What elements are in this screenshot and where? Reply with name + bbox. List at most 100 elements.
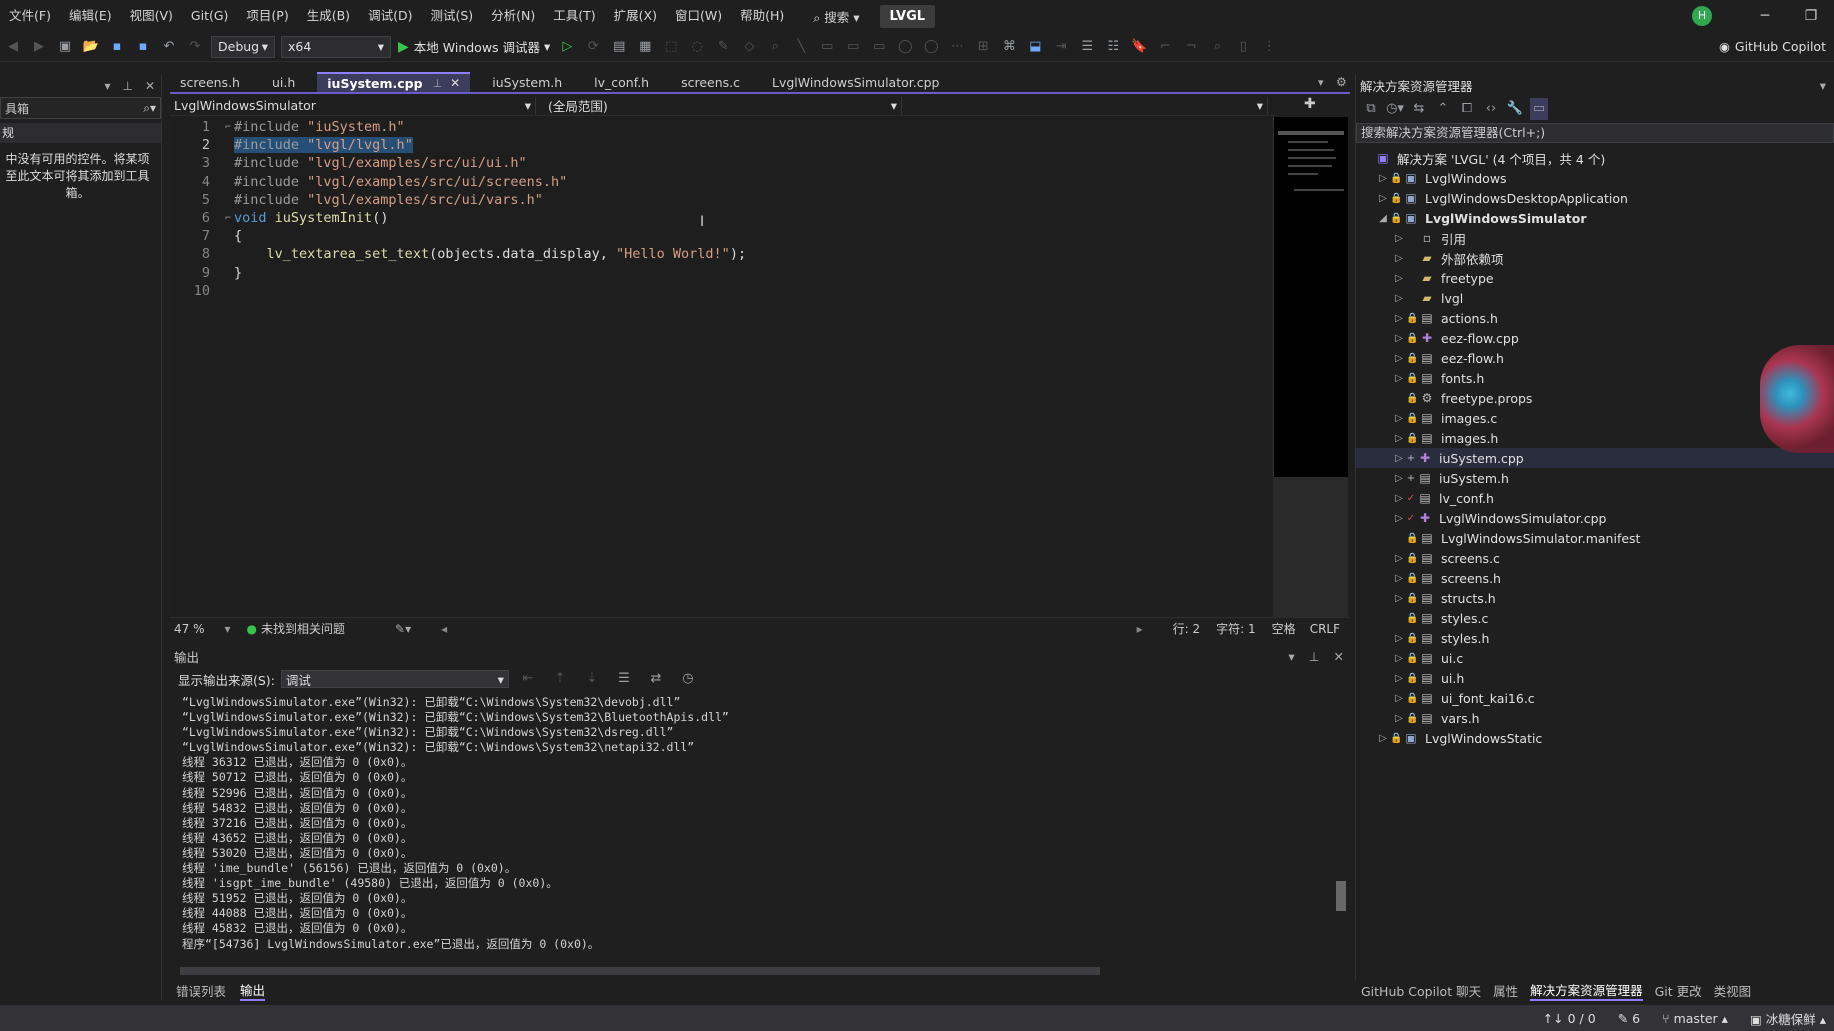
- tree-item[interactable]: ▷ 🔒 ▤ screens.c: [1356, 548, 1834, 568]
- member-dropdown[interactable]: ▾: [902, 96, 1268, 115]
- expand-arrow-icon[interactable]: ▷: [1392, 253, 1406, 264]
- start-debug-button[interactable]: ▶ 本地 Windows 调试器 ▾: [398, 37, 550, 56]
- expand-arrow-icon[interactable]: ▷: [1392, 293, 1406, 304]
- code-line[interactable]: 6 ⌐ void iuSystemInit(): [170, 209, 389, 227]
- hot-reload-icon[interactable]: ⟳: [582, 36, 604, 58]
- scroll-left-icon[interactable]: ◂: [441, 622, 447, 636]
- tree-item[interactable]: ▷ 🔒 ▤ images.h: [1356, 428, 1834, 448]
- expand-arrow-icon[interactable]: ▷: [1392, 693, 1406, 704]
- toolbox-section[interactable]: 规: [0, 123, 161, 143]
- ellipse-icon[interactable]: ◯: [894, 36, 916, 58]
- tree-item[interactable]: ▷ 🔒 ▤ ui.h: [1356, 668, 1834, 688]
- output-scroll-thumb[interactable]: [1336, 881, 1346, 911]
- step-into-icon[interactable]: ⬓: [1024, 36, 1046, 58]
- expand-arrow-icon[interactable]: ▷: [1392, 513, 1406, 524]
- expand-arrow-icon[interactable]: ▷: [1392, 493, 1406, 504]
- tree-item[interactable]: ◢ 🔒 ▣ LvglWindowsSimulator: [1356, 208, 1834, 228]
- pending-edits[interactable]: ✎ 6: [1618, 1011, 1640, 1026]
- rect-icon[interactable]: ▭: [868, 36, 890, 58]
- expand-arrow-icon[interactable]: ▷: [1392, 673, 1406, 684]
- solution-name-badge[interactable]: LVGL: [879, 4, 936, 28]
- output-log[interactable]: “LvglWindowsSimulator.exe”(Win32): 已卸载“C…: [182, 695, 1332, 952]
- code-line[interactable]: 4 #include "lvgl/examples/src/ui/screens.…: [170, 173, 567, 191]
- tree-item[interactable]: ▷ ▰ lvgl: [1356, 288, 1834, 308]
- editor-tab[interactable]: screens.c: [671, 72, 750, 92]
- menu-item[interactable]: 窗口(W): [666, 0, 731, 32]
- close-icon[interactable]: ✕: [450, 76, 460, 90]
- editor-tab[interactable]: ui.h: [262, 72, 305, 92]
- expand-arrow-icon[interactable]: ▷: [1392, 473, 1406, 484]
- project-dropdown[interactable]: LvglWindowsSimulator ▾: [170, 96, 536, 115]
- tree-item[interactable]: ▷ 🔒 ▣ LvglWindowsDesktopApplication: [1356, 188, 1834, 208]
- rect-icon[interactable]: ▭: [816, 36, 838, 58]
- code-line[interactable]: 5 #include "lvgl/examples/src/ui/vars.h": [170, 191, 543, 209]
- floating-assistant-widget[interactable]: [1760, 345, 1834, 453]
- menu-item[interactable]: 文件(F): [0, 0, 60, 32]
- split-editor-icon[interactable]: ✚: [1304, 96, 1316, 112]
- ellipse-icon[interactable]: ◯: [920, 36, 942, 58]
- solution-search-input[interactable]: 搜索解决方案资源管理器(Ctrl+;): [1356, 123, 1834, 143]
- timestamp-icon[interactable]: ◷: [677, 668, 699, 690]
- expand-arrow-icon[interactable]: ▷: [1392, 373, 1406, 384]
- fold-icon[interactable]: ⌐: [222, 122, 234, 133]
- view-code-icon[interactable]: ‹›: [1482, 98, 1500, 120]
- menu-item[interactable]: 扩展(X): [605, 0, 666, 32]
- switch-view-icon[interactable]: ⧉: [1362, 98, 1380, 120]
- show-all-files-icon[interactable]: ⧠: [1458, 98, 1476, 120]
- code-line[interactable]: 7{: [170, 227, 242, 245]
- pin-icon[interactable]: ⊥: [433, 77, 443, 90]
- tree-item[interactable]: ▷ 🔒 ✚ eez-flow.cpp: [1356, 328, 1834, 348]
- new-project-icon[interactable]: ▣: [54, 36, 76, 58]
- bookmark-prev-icon[interactable]: ⌐: [1154, 36, 1176, 58]
- bookmark-icon[interactable]: 🔖: [1128, 36, 1150, 58]
- pin-icon[interactable]: ⊥: [1309, 649, 1320, 664]
- eraser-icon[interactable]: ◇: [738, 36, 760, 58]
- expand-arrow-icon[interactable]: ▷: [1392, 313, 1406, 324]
- pin-icon[interactable]: ⊥: [122, 79, 132, 93]
- expand-arrow-icon[interactable]: ▷: [1376, 173, 1390, 184]
- zoom-level[interactable]: 47 %: [174, 622, 205, 636]
- properties-icon[interactable]: 🔧: [1506, 98, 1524, 120]
- code-line[interactable]: 10: [170, 282, 234, 300]
- tree-item[interactable]: ▷ ✓ ✚ LvglWindowsSimulator.cpp: [1356, 508, 1834, 528]
- gear-icon[interactable]: ⚙: [1336, 75, 1347, 89]
- open-folder-icon[interactable]: 📂: [80, 36, 102, 58]
- forward-icon[interactable]: ▶: [28, 36, 50, 58]
- word-wrap-icon[interactable]: ⇄: [645, 668, 667, 690]
- output-vertical-scrollbar[interactable]: [1334, 693, 1348, 955]
- expand-arrow-icon[interactable]: ▷: [1392, 573, 1406, 584]
- pen-icon[interactable]: ✎: [712, 36, 734, 58]
- toolbox-search[interactable]: 具箱 ⌕▾: [0, 97, 161, 119]
- comment-icon[interactable]: ☰: [1076, 36, 1098, 58]
- tree-item[interactable]: 🔒 ▤ LvglWindowsSimulator.manifest: [1356, 528, 1834, 548]
- output-source-select[interactable]: 调试 ▾: [280, 670, 509, 688]
- panel-tab[interactable]: 属性: [1493, 981, 1518, 1000]
- expanded-arrow-icon[interactable]: ◢: [1376, 213, 1390, 224]
- tree-item[interactable]: ▷ 🔒 ▤ eez-flow.h: [1356, 348, 1834, 368]
- panel-tab[interactable]: 错误列表: [176, 981, 226, 1000]
- rect-icon[interactable]: ▭: [842, 36, 864, 58]
- panel-tab[interactable]: Git 更改: [1655, 981, 1702, 1000]
- expand-arrow-icon[interactable]: ▷: [1392, 453, 1406, 464]
- tree-item[interactable]: ▷ + ▤ iuSystem.h: [1356, 468, 1834, 488]
- expand-arrow-icon[interactable]: ▷: [1392, 333, 1406, 344]
- expand-arrow-icon[interactable]: ▷: [1392, 233, 1406, 244]
- panel-tab[interactable]: 输出: [240, 980, 266, 1001]
- tree-item[interactable]: ▷ ▰ 外部依赖项: [1356, 248, 1834, 268]
- fold-icon[interactable]: ⌐: [222, 213, 234, 224]
- start-without-debug-icon[interactable]: ▷: [556, 36, 578, 58]
- format-icon[interactable]: ⌘: [998, 36, 1020, 58]
- close-icon[interactable]: ✕: [145, 79, 155, 93]
- expand-arrow-icon[interactable]: ▷: [1392, 553, 1406, 564]
- menu-item[interactable]: 调试(D): [359, 0, 421, 32]
- eol-indicator[interactable]: CRLF: [1310, 622, 1340, 636]
- menu-item[interactable]: 编辑(E): [60, 0, 121, 32]
- menu-item[interactable]: 测试(S): [421, 0, 482, 32]
- tree-item[interactable]: ▷ + ✚ iuSystem.cpp: [1356, 448, 1834, 468]
- line-indicator[interactable]: 行: 2: [1173, 620, 1201, 637]
- chevron-down-icon[interactable]: ▾: [225, 622, 231, 636]
- prev-message-icon[interactable]: ⇡: [549, 668, 571, 690]
- tree-item[interactable]: ▷ ✓ ▤ lv_conf.h: [1356, 488, 1834, 508]
- output-horizontal-scrollbar[interactable]: [180, 967, 1100, 975]
- config-select[interactable]: Debug ▾: [211, 35, 275, 58]
